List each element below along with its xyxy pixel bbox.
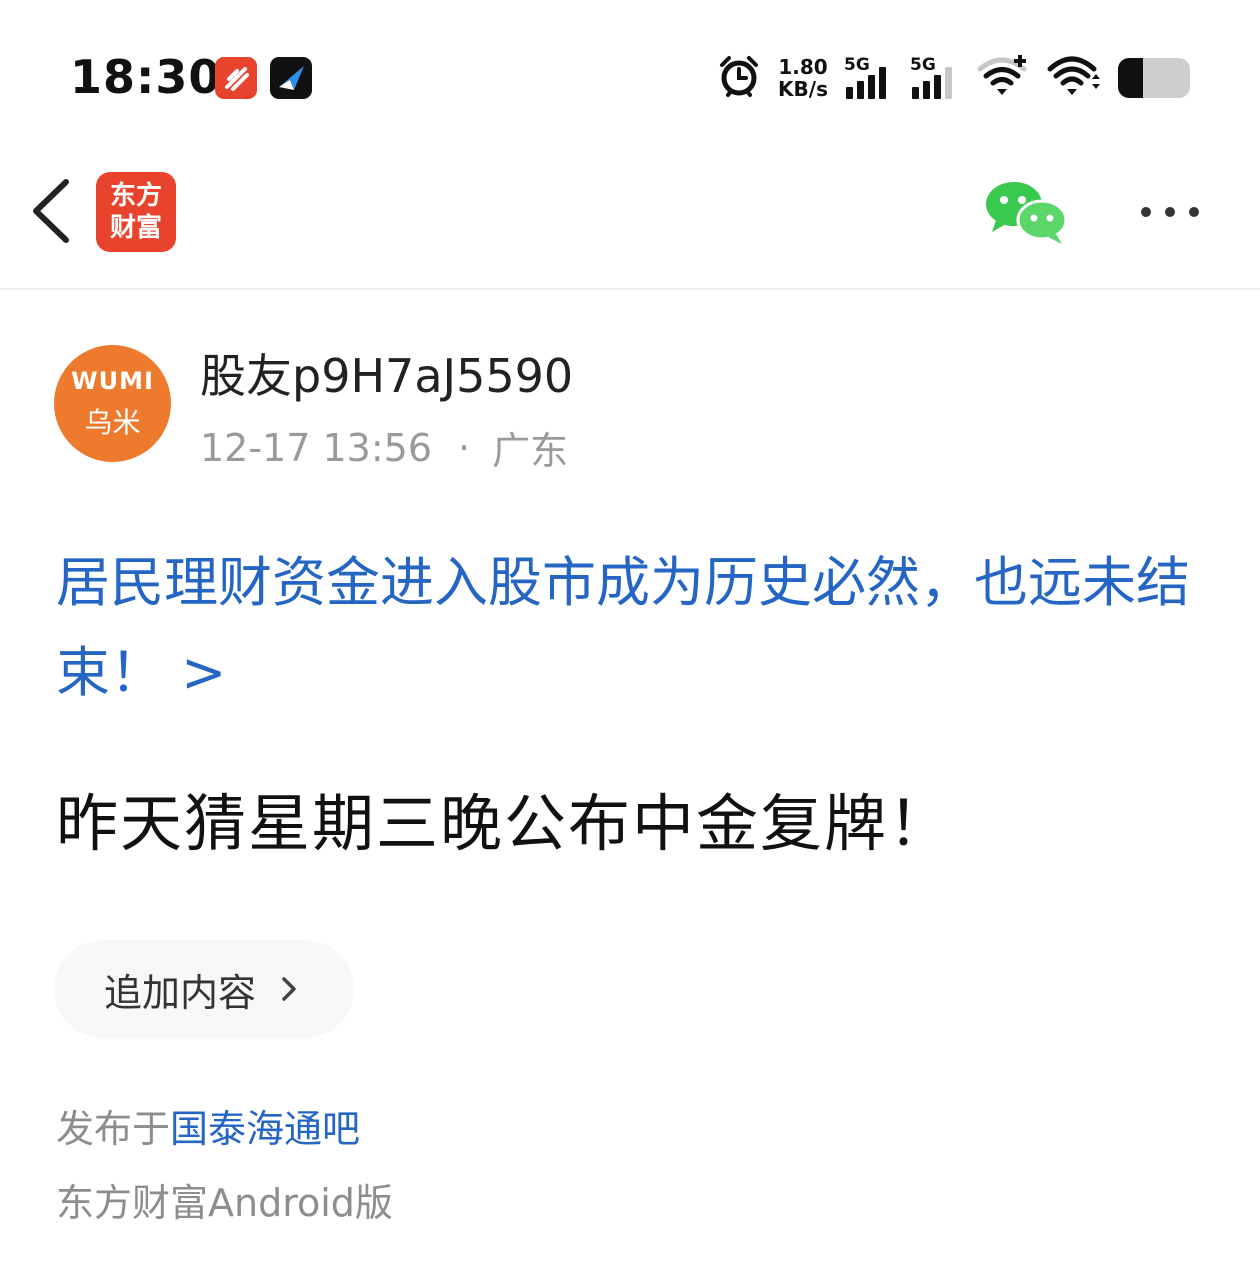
alarm-icon: [716, 53, 762, 103]
net-speed: 1.80 KB/s: [778, 56, 828, 100]
published-in: 发布于国泰海通吧: [56, 1098, 360, 1153]
post-detail-page: 18:30 1.80 KB/s 5G 5G 东方财富 WUMI 乌米 股友p9H…: [0, 0, 1260, 1272]
published-prefix: 发布于: [56, 1107, 171, 1151]
signal-icon: 5G: [910, 55, 960, 101]
net-speed-value: 1.80: [778, 55, 828, 79]
app-logo[interactable]: 东方财富: [96, 172, 176, 252]
append-content-button[interactable]: 追加内容: [54, 940, 354, 1038]
back-button[interactable]: [28, 178, 76, 244]
post-body-text: 昨天猜星期三晚公布中金复牌！: [56, 787, 953, 860]
signal-icon: 5G: [844, 55, 894, 101]
post-platform: 东方财富Android版: [56, 1181, 393, 1225]
more-horizontal-icon: [1141, 207, 1151, 217]
forum-link[interactable]: 国泰海通吧: [170, 1107, 360, 1151]
post-time: 12-17 13:56: [200, 425, 433, 470]
net-speed-unit: KB/s: [778, 77, 828, 101]
hotspot-icon: [976, 53, 1030, 103]
wechat-share-button[interactable]: [984, 178, 1068, 248]
sim1-label: 5G: [844, 55, 870, 75]
meta-separator: ·: [458, 425, 471, 470]
chevron-right-icon: [282, 977, 296, 1001]
app-red-icon: [215, 57, 257, 99]
battery-level-fill: [1118, 58, 1144, 98]
post-location: 广东: [492, 429, 569, 473]
battery-icon: [1118, 58, 1190, 98]
status-time: 18:30: [70, 50, 222, 104]
append-content-label: 追加内容: [103, 970, 256, 1015]
top-nav-bar: 东方财富: [0, 150, 1260, 290]
app-dark-icon: [270, 57, 312, 99]
avatar-text-top: WUMI: [71, 366, 154, 395]
sim2-label: 5G: [910, 55, 936, 75]
post-meta: 12-17 13:56 · 广东: [200, 420, 568, 475]
author-name[interactable]: 股友p9H7aJ5590: [200, 340, 573, 406]
chevron-left-icon: [33, 179, 69, 243]
status-bar: 18:30 1.80 KB/s 5G 5G: [0, 0, 1260, 150]
linked-article-title[interactable]: 居民理财资金进入股市成为历史必然，也远未结束！ >: [56, 538, 1206, 718]
wifi-icon: [1046, 53, 1102, 103]
avatar-text-bottom: 乌米: [84, 405, 141, 439]
wechat-icon: [986, 182, 1068, 244]
author-avatar[interactable]: WUMI 乌米: [54, 345, 171, 462]
more-button[interactable]: [1130, 190, 1210, 234]
status-icons: 1.80 KB/s 5G 5G: [716, 52, 1190, 104]
